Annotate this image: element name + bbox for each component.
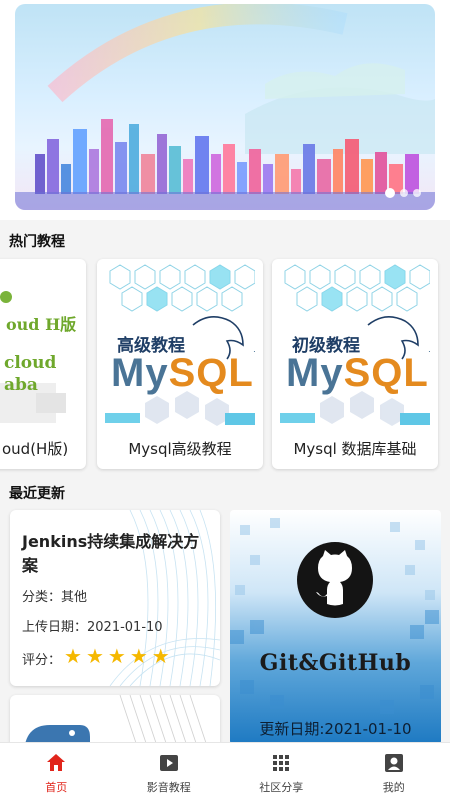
- course-card-mysql-basic[interactable]: 初级教程 MySQLTM Mysql 数据库基础: [272, 259, 438, 469]
- course-thumbnail: oud H版 cloud aba: [0, 263, 82, 433]
- course-thumbnail: 初级教程 MySQLTM: [280, 263, 430, 433]
- star-icon: ★: [107, 644, 126, 668]
- tab-label: 我的: [382, 781, 405, 794]
- profile-icon: [384, 754, 403, 772]
- upload-date-row: 上传日期：2021-01-10: [22, 620, 163, 635]
- tab-label: 首页: [45, 781, 68, 794]
- carousel-dot[interactable]: [400, 189, 408, 197]
- recent-section-title: 最近更新: [9, 486, 65, 502]
- bottom-tab-bar: 首页 影音教程 社区分享 我的: [0, 742, 450, 800]
- category-row: 分类：其他: [22, 590, 88, 605]
- carousel-indicator[interactable]: [385, 188, 421, 198]
- update-date: 更新日期:2021-01-10: [259, 720, 412, 738]
- banner-city-illustration: [15, 4, 435, 210]
- carousel-dot[interactable]: [413, 189, 421, 197]
- tab-label: 社区分享: [259, 781, 304, 794]
- star-icon: ★: [151, 644, 170, 668]
- tab-video-tutorials[interactable]: 影音教程: [113, 743, 226, 800]
- course-card-mysql-advanced[interactable]: 高级教程 MySQLTM Mysql高级教程: [97, 259, 263, 469]
- thumb-text-line1: oud H版: [6, 315, 77, 334]
- tab-profile[interactable]: 我的: [338, 743, 450, 800]
- rating-stars: ★ ★ ★ ★ ★: [64, 646, 170, 666]
- course-title: Mysql 数据库基础: [293, 440, 417, 458]
- mysql-logo: MySQLTM: [286, 351, 430, 395]
- pixel-mosaic-background: [230, 518, 439, 714]
- tab-label: 影音教程: [146, 781, 191, 794]
- tab-community[interactable]: 社区分享: [225, 743, 338, 800]
- star-icon: ★: [64, 644, 82, 668]
- star-icon: ★: [85, 644, 104, 668]
- course-title: oud(H版): [2, 440, 69, 458]
- course-title: Mysql高级教程: [128, 440, 232, 458]
- git-course-card[interactable]: Git&GitHub 更新日期:2021-01-10: [230, 510, 441, 745]
- course-thumbnail: 高级教程 MySQLTM: [105, 263, 255, 433]
- thumbnail-pattern: [0, 291, 66, 423]
- course-title: Jenkins持续集成解决方案: [22, 532, 200, 575]
- banner-section: [0, 0, 450, 220]
- banner-carousel[interactable]: [15, 4, 435, 210]
- hot-section-title: 热门教程: [9, 234, 65, 250]
- course-title: Git&GitHub: [259, 650, 412, 676]
- thumb-text-line2: cloud: [4, 353, 57, 373]
- course-card-cloud[interactable]: oud H版 cloud aba oud(H版): [0, 259, 86, 469]
- carousel-dot[interactable]: [385, 188, 395, 198]
- grid-icon: [273, 755, 290, 771]
- tab-home[interactable]: 首页: [0, 743, 113, 800]
- mysql-logo: MySQLTM: [111, 351, 255, 395]
- video-icon: [159, 755, 178, 771]
- star-icon: ★: [129, 644, 148, 668]
- thumb-text-line3: aba: [4, 375, 38, 395]
- rating-label: 评分：: [22, 653, 62, 668]
- home-icon: [47, 754, 66, 771]
